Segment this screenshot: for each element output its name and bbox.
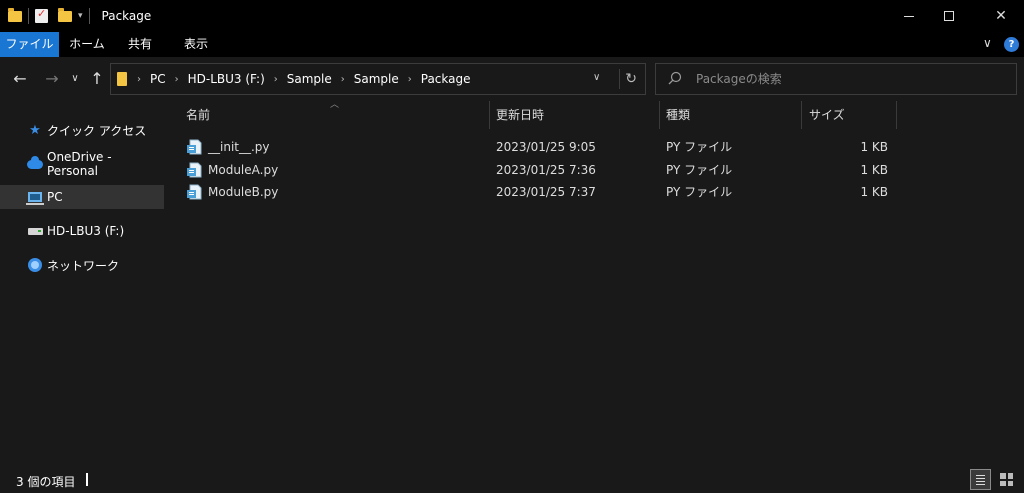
close-button[interactable]: ✕ (978, 0, 1024, 32)
column-divider[interactable] (659, 101, 660, 129)
sidebar-item-label: HD-LBU3 (F:) (47, 224, 125, 238)
chevron-right-icon[interactable]: › (175, 74, 179, 85)
breadcrumb-sample-sub[interactable]: Sample (354, 72, 399, 86)
large-icons-view-icon[interactable] (996, 469, 1017, 490)
sidebar-item-pc[interactable]: PC (0, 185, 164, 209)
status-divider (86, 473, 88, 486)
new-folder-icon[interactable] (58, 7, 72, 22)
network-icon (27, 257, 43, 273)
help-icon[interactable]: ? (1004, 37, 1019, 52)
refresh-icon[interactable]: ↻ (619, 69, 639, 89)
python-file-icon (187, 139, 202, 155)
tab-file[interactable]: ファイル (0, 32, 59, 57)
back-button[interactable]: ← (10, 69, 30, 89)
table-row[interactable]: ModuleB.py 2023/01/25 7:37 PY ファイル 1 KB (186, 181, 888, 203)
forward-button[interactable]: → (42, 69, 62, 89)
customize-toolbar-chevron-icon[interactable]: ▾ (78, 11, 83, 21)
file-type: PY ファイル (666, 185, 733, 199)
table-row[interactable]: __init__.py 2023/01/25 9:05 PY ファイル 1 KB (186, 136, 888, 158)
tab-view[interactable]: 表示 (170, 32, 222, 57)
column-header-type[interactable]: 種類 (666, 101, 690, 129)
status-bar: 3 個の項目 (0, 466, 1024, 493)
search-box[interactable] (655, 63, 1017, 95)
sidebar-item-label: クイック アクセス (47, 123, 147, 138)
ribbon-tabs: ファイル ホーム 共有 表示 ∨ ? (0, 32, 1024, 57)
address-bar[interactable]: › PC › HD-LBU3 (F:) › Sample › Sample › … (110, 63, 646, 95)
details-view-icon[interactable] (970, 469, 991, 490)
column-divider[interactable] (896, 101, 897, 129)
breadcrumb: › PC › HD-LBU3 (F:) › Sample › Sample › … (137, 72, 471, 86)
chevron-right-icon[interactable]: › (137, 74, 141, 85)
column-divider[interactable] (489, 101, 490, 129)
file-name: ModuleA.py (208, 163, 279, 177)
recent-locations-chevron-icon[interactable]: ∨ (68, 69, 82, 89)
file-modified: 2023/01/25 7:36 (496, 163, 596, 177)
tab-home[interactable]: ホーム (62, 32, 112, 57)
tab-share[interactable]: 共有 (115, 32, 165, 57)
close-icon: ✕ (995, 8, 1007, 24)
chevron-right-icon[interactable]: › (408, 74, 412, 85)
sidebar-item-onedrive[interactable]: OneDrive - Personal (0, 150, 164, 178)
file-size: 1 KB (860, 185, 888, 199)
toolbar-divider (88, 8, 90, 24)
file-size: 1 KB (860, 140, 888, 154)
folder-icon (8, 7, 22, 22)
column-header-size[interactable]: サイズ (809, 101, 845, 129)
file-size: 1 KB (860, 163, 888, 177)
minimize-icon (904, 15, 914, 17)
star-icon: ★ (29, 122, 41, 138)
navigation-pane: ★ クイック アクセス OneDrive - Personal PC HD-LB… (0, 101, 164, 466)
breadcrumb-drive[interactable]: HD-LBU3 (F:) (188, 72, 265, 86)
navigation-bar: ← → ∨ ↑ › PC › HD-LBU3 (F:) › Sample › S… (0, 57, 1024, 101)
table-row[interactable]: ModuleA.py 2023/01/25 7:36 PY ファイル 1 KB (186, 159, 888, 181)
column-header-name[interactable]: 名前 (186, 101, 210, 129)
python-file-icon (187, 162, 202, 178)
file-name: ModuleB.py (208, 185, 279, 199)
chevron-right-icon[interactable]: › (341, 74, 345, 85)
file-type: PY ファイル (666, 163, 733, 177)
sort-ascending-icon: ︿ (330, 100, 340, 110)
file-name: __init__.py (208, 140, 270, 154)
computer-icon (26, 189, 44, 205)
address-history-chevron-icon[interactable]: ∨ (593, 72, 600, 83)
sidebar-item-label: ネットワーク (47, 258, 120, 273)
chevron-right-icon[interactable]: › (274, 74, 278, 85)
breadcrumb-pc[interactable]: PC (150, 72, 166, 86)
sidebar-item-label: PC (47, 190, 63, 204)
folder-icon (117, 72, 127, 86)
cloud-icon (27, 155, 43, 172)
file-type: PY ファイル (666, 140, 733, 154)
up-button[interactable]: ↑ (88, 69, 106, 89)
window-title: Package (101, 9, 152, 23)
sidebar-item-network[interactable]: ネットワーク (0, 253, 164, 277)
column-header-modified[interactable]: 更新日時 (496, 101, 544, 129)
file-list: ︿ 名前 更新日時 種類 サイズ __init__.py 2023/01/25 … (164, 100, 1024, 466)
file-modified: 2023/01/25 7:37 (496, 185, 596, 199)
expand-ribbon-chevron-icon[interactable]: ∨ (983, 36, 992, 50)
maximize-icon (944, 11, 954, 21)
sidebar-item-drive[interactable]: HD-LBU3 (F:) (0, 219, 164, 243)
title-bar: ▾ Package ✕ (0, 0, 1024, 32)
sidebar-item-quick-access[interactable]: ★ クイック アクセス (0, 118, 164, 142)
search-input[interactable] (696, 70, 996, 88)
toolbar-divider (28, 8, 29, 24)
maximize-button[interactable] (926, 0, 972, 32)
properties-icon[interactable] (35, 7, 48, 23)
search-icon (668, 71, 682, 85)
item-count: 3 個の項目 (16, 475, 76, 489)
breadcrumb-sample[interactable]: Sample (287, 72, 332, 86)
sidebar-item-label: OneDrive - Personal (47, 150, 112, 178)
drive-icon (27, 223, 43, 239)
column-divider[interactable] (801, 101, 802, 129)
breadcrumb-package[interactable]: Package (421, 72, 471, 86)
quick-access-toolbar: ▾ Package (8, 7, 151, 25)
python-file-icon (187, 184, 202, 200)
file-modified: 2023/01/25 9:05 (496, 140, 596, 154)
